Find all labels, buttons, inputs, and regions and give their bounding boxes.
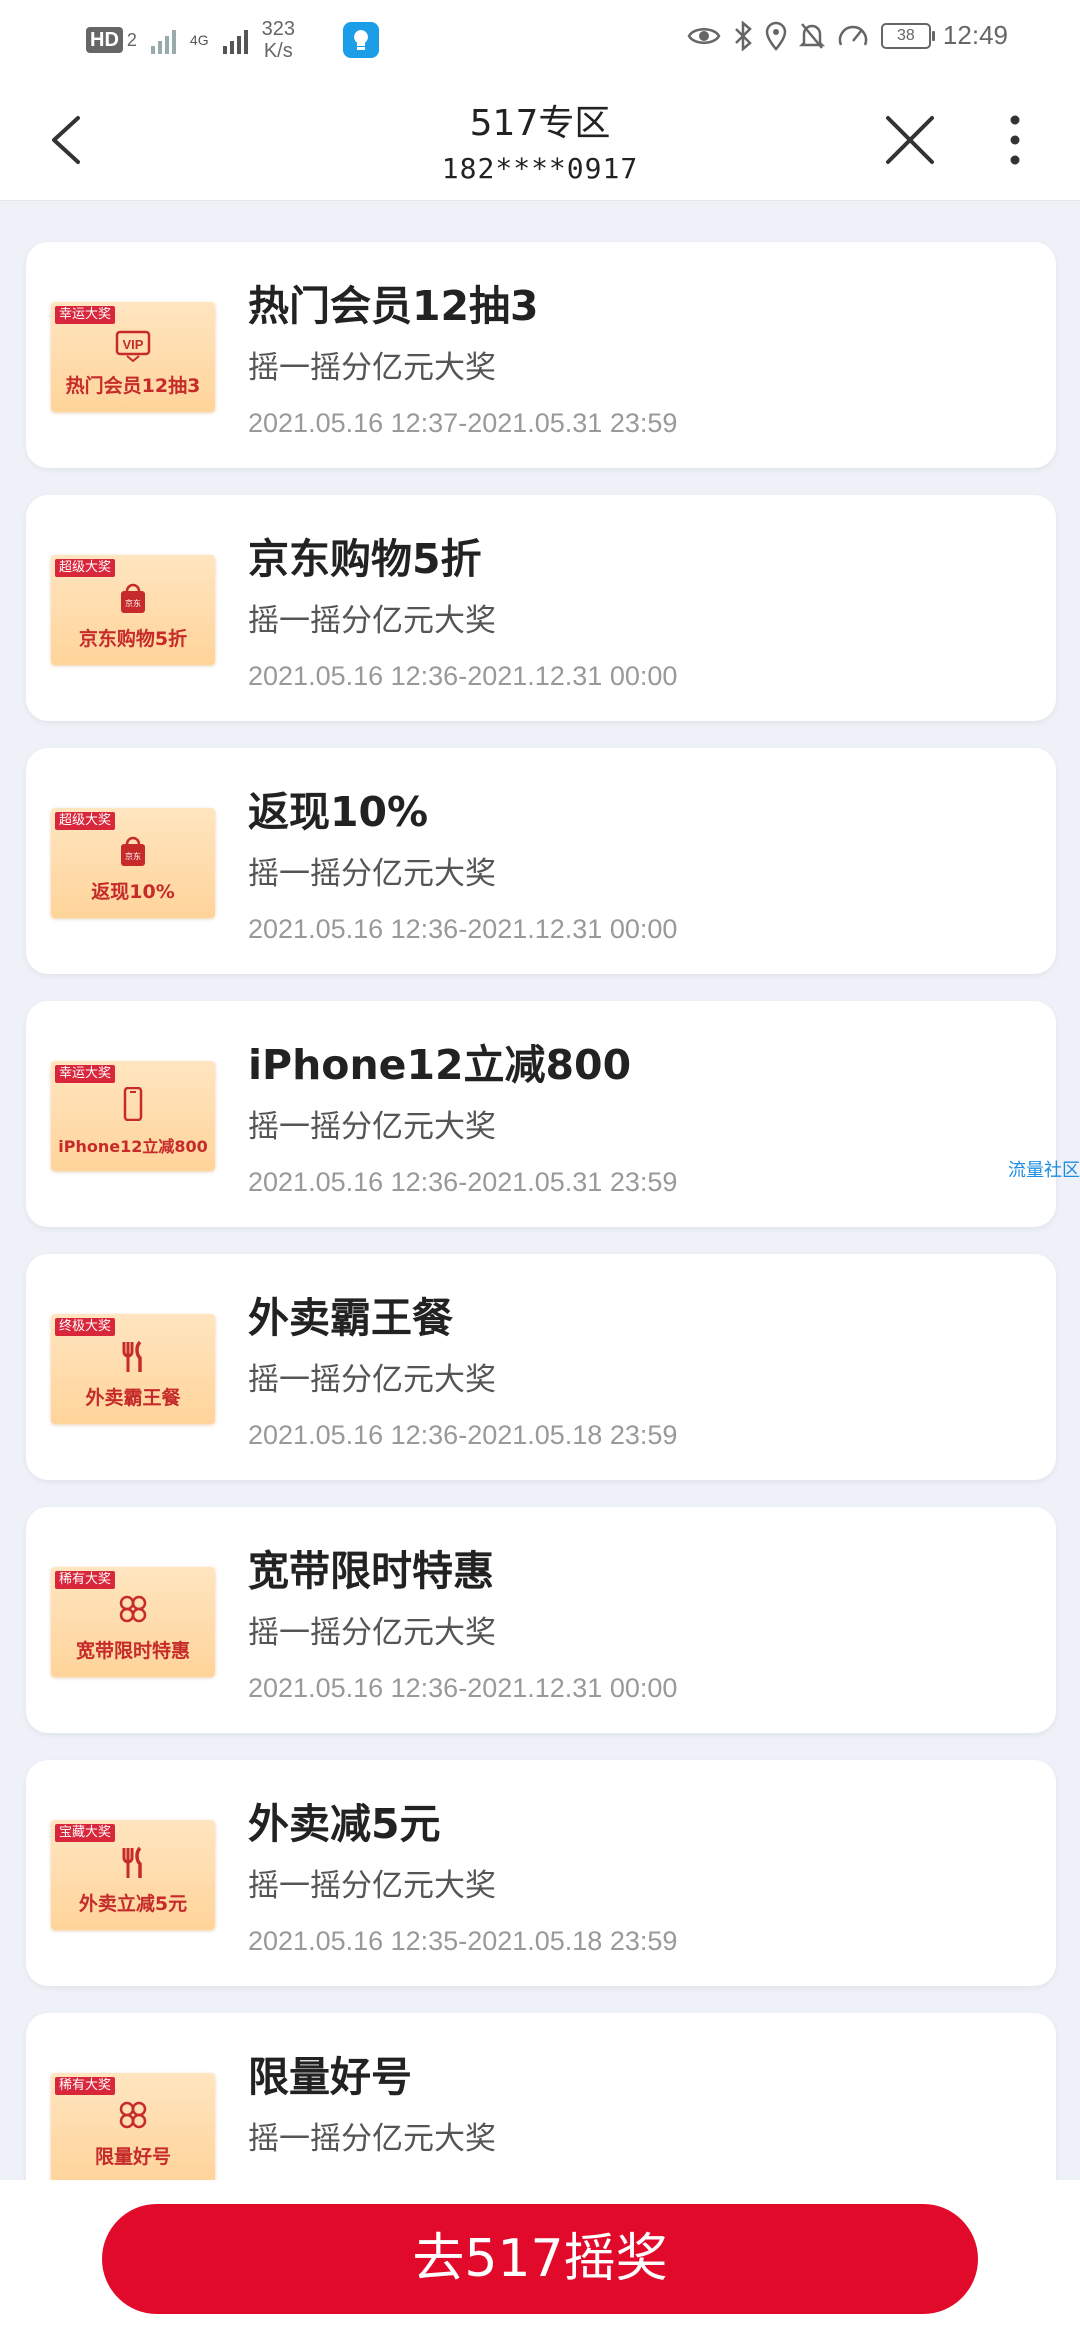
prize-desc: 摇一摇分亿元大奖 (248, 1868, 496, 1904)
prize-card[interactable]: 终极大奖 外卖霸王餐 外卖霸王餐 摇一摇分亿元大奖 2021.05.16 12:… (26, 1254, 1056, 1480)
thumb-label: iPhone12立减800 (58, 1137, 208, 1156)
prize-card[interactable]: 超级大奖 京东 返现10% 返现10% 摇一摇分亿元大奖 2021.05.16 … (26, 748, 1056, 974)
prize-tag: 超级大奖 (55, 812, 116, 830)
svg-text:京东: 京东 (125, 851, 141, 861)
prize-time: 2021.05.16 12:36-2021.05.31 23:59 (248, 1167, 678, 1197)
prize-thumbnail: 终极大奖 外卖霸王餐 (51, 1314, 215, 1424)
fork-knife-icon (122, 1846, 142, 1878)
prize-time: 2021.05.16 12:36-2021.12.31 00:00 (248, 661, 678, 691)
svg-text:VIP: VIP (123, 337, 144, 352)
more-options-icon[interactable] (1000, 110, 1030, 170)
prize-tag: 幸运大奖 (55, 1065, 116, 1083)
prize-time: 2021.05.16 12:36-2021.12.31 00:00 (248, 914, 678, 944)
prize-thumbnail: 超级大奖 京东 京东购物5折 (51, 555, 215, 665)
prize-card[interactable]: 幸运大奖 iPhone12立减800 iPhone12立减800 摇一摇分亿元大… (26, 1001, 1056, 1227)
prize-card[interactable]: 超级大奖 京东 京东购物5折 京东购物5折 摇一摇分亿元大奖 2021.05.1… (26, 495, 1056, 721)
svg-text:京东: 京东 (125, 598, 141, 608)
nav-bar: 517专区 182****0917 (0, 80, 1080, 201)
eye-icon (687, 27, 721, 44)
prize-title: 热门会员12抽3 (248, 282, 539, 330)
thumb-label: 限量好号 (94, 2146, 171, 2168)
close-icon[interactable] (880, 110, 940, 170)
network-speed-value: 323 (261, 18, 295, 40)
signal-strength-icon (222, 26, 248, 54)
prize-tag: 终极大奖 (55, 1318, 116, 1336)
prize-title: 宽带限时特惠 (248, 1547, 494, 1595)
prize-thumbnail: 宝藏大奖 外卖立减5元 (51, 1820, 215, 1930)
prize-desc: 摇一摇分亿元大奖 (248, 856, 496, 892)
prize-desc: 摇一摇分亿元大奖 (248, 1615, 496, 1651)
fork-knife-icon (122, 1340, 142, 1372)
shopping-bag-icon: 京东 (121, 583, 145, 613)
bottom-bar: 去517摇奖 (0, 2180, 1080, 2340)
hd-label: HD (86, 27, 123, 53)
clock: 12:49 (942, 20, 1008, 50)
notification-app-icon (342, 22, 379, 58)
network-speed: 323 K/s (262, 18, 295, 62)
prize-tag: 稀有大奖 (55, 1571, 116, 1589)
status-left: HD 2 4G 323 K/s (86, 18, 379, 62)
thumb-label: 热门会员12抽3 (65, 375, 201, 397)
prize-thumbnail: 稀有大奖 限量好号 (51, 2073, 215, 2183)
hd-sub: 2 (126, 29, 137, 50)
prize-time: 2021.05.16 12:35-2021.05.18 23:59 (248, 1926, 678, 1956)
status-bar: HD 2 4G 323 K/s 38 12:49 (0, 0, 1080, 80)
prize-tag: 稀有大奖 (55, 2077, 116, 2095)
prize-time: 2021.05.16 12:37-2021.05.31 23:59 (248, 408, 678, 438)
network-speed-unit: K/s (263, 40, 293, 62)
unicom-logo-icon (119, 1595, 147, 1623)
prize-card[interactable]: 稀有大奖 宽带限时特惠 宽带限时特惠 摇一摇分亿元大奖 2021.05.16 1… (26, 1507, 1056, 1733)
prize-title: 外卖霸王餐 (248, 1294, 453, 1342)
shopping-bag-icon: 京东 (121, 836, 145, 866)
go-shake-button[interactable]: 去517摇奖 (102, 2204, 978, 2314)
prize-tag: 宝藏大奖 (55, 1824, 116, 1842)
network-type: 4G (189, 32, 209, 48)
prize-desc: 摇一摇分亿元大奖 (248, 603, 496, 639)
prize-title: 外卖减5元 (248, 1800, 441, 1848)
phone-icon (123, 1087, 143, 1121)
prize-card[interactable]: 幸运大奖 VIP 热门会员12抽3 热门会员12抽3 摇一摇分亿元大奖 2021… (26, 242, 1056, 468)
prize-thumbnail: 幸运大奖 VIP 热门会员12抽3 (51, 302, 215, 412)
prize-card[interactable]: 宝藏大奖 外卖立减5元 外卖减5元 摇一摇分亿元大奖 2021.05.16 12… (26, 1760, 1056, 1986)
signal-icon (150, 26, 176, 54)
thumb-label: 外卖立减5元 (78, 1893, 188, 1915)
unicom-logo-icon (119, 2101, 147, 2129)
thumb-label: 宽带限时特惠 (75, 1640, 190, 1662)
prize-tag: 超级大奖 (55, 559, 116, 577)
thumb-label: 返现10% (91, 881, 175, 903)
prize-title: iPhone12立减800 (248, 1041, 632, 1089)
battery-icon: 38 (880, 22, 935, 49)
prize-thumbnail: 稀有大奖 宽带限时特惠 (51, 1567, 215, 1677)
hd-voice-indicator: HD 2 (86, 27, 137, 53)
prize-desc: 摇一摇分亿元大奖 (248, 2121, 496, 2157)
vip-icon: VIP (115, 330, 151, 362)
prize-list: 幸运大奖 VIP 热门会员12抽3 热门会员12抽3 摇一摇分亿元大奖 2021… (26, 242, 1056, 2266)
prize-desc: 摇一摇分亿元大奖 (248, 350, 496, 386)
watermark: 流量社区 (1008, 1160, 1080, 1181)
status-right: 38 12:49 (687, 20, 1008, 51)
prize-desc: 摇一摇分亿元大奖 (248, 1109, 496, 1145)
speed-gauge-icon (838, 25, 868, 45)
prize-tag: 幸运大奖 (55, 306, 116, 324)
location-icon (765, 21, 787, 51)
prize-title: 返现10% (248, 788, 429, 836)
prize-time: 2021.05.16 12:36-2021.12.31 00:00 (248, 1673, 678, 1703)
prize-title: 限量好号 (248, 2053, 412, 2101)
prize-desc: 摇一摇分亿元大奖 (248, 1362, 496, 1398)
prize-title: 京东购物5折 (248, 535, 482, 583)
bluetooth-icon (735, 20, 752, 51)
thumb-label: 京东购物5折 (78, 628, 188, 650)
prize-thumbnail: 幸运大奖 iPhone12立减800 (51, 1061, 215, 1171)
prize-time: 2021.05.16 12:36-2021.05.18 23:59 (248, 1420, 678, 1450)
mute-bell-icon (798, 22, 825, 49)
thumb-label: 外卖霸王餐 (85, 1387, 181, 1409)
prize-thumbnail: 超级大奖 京东 返现10% (51, 808, 215, 918)
